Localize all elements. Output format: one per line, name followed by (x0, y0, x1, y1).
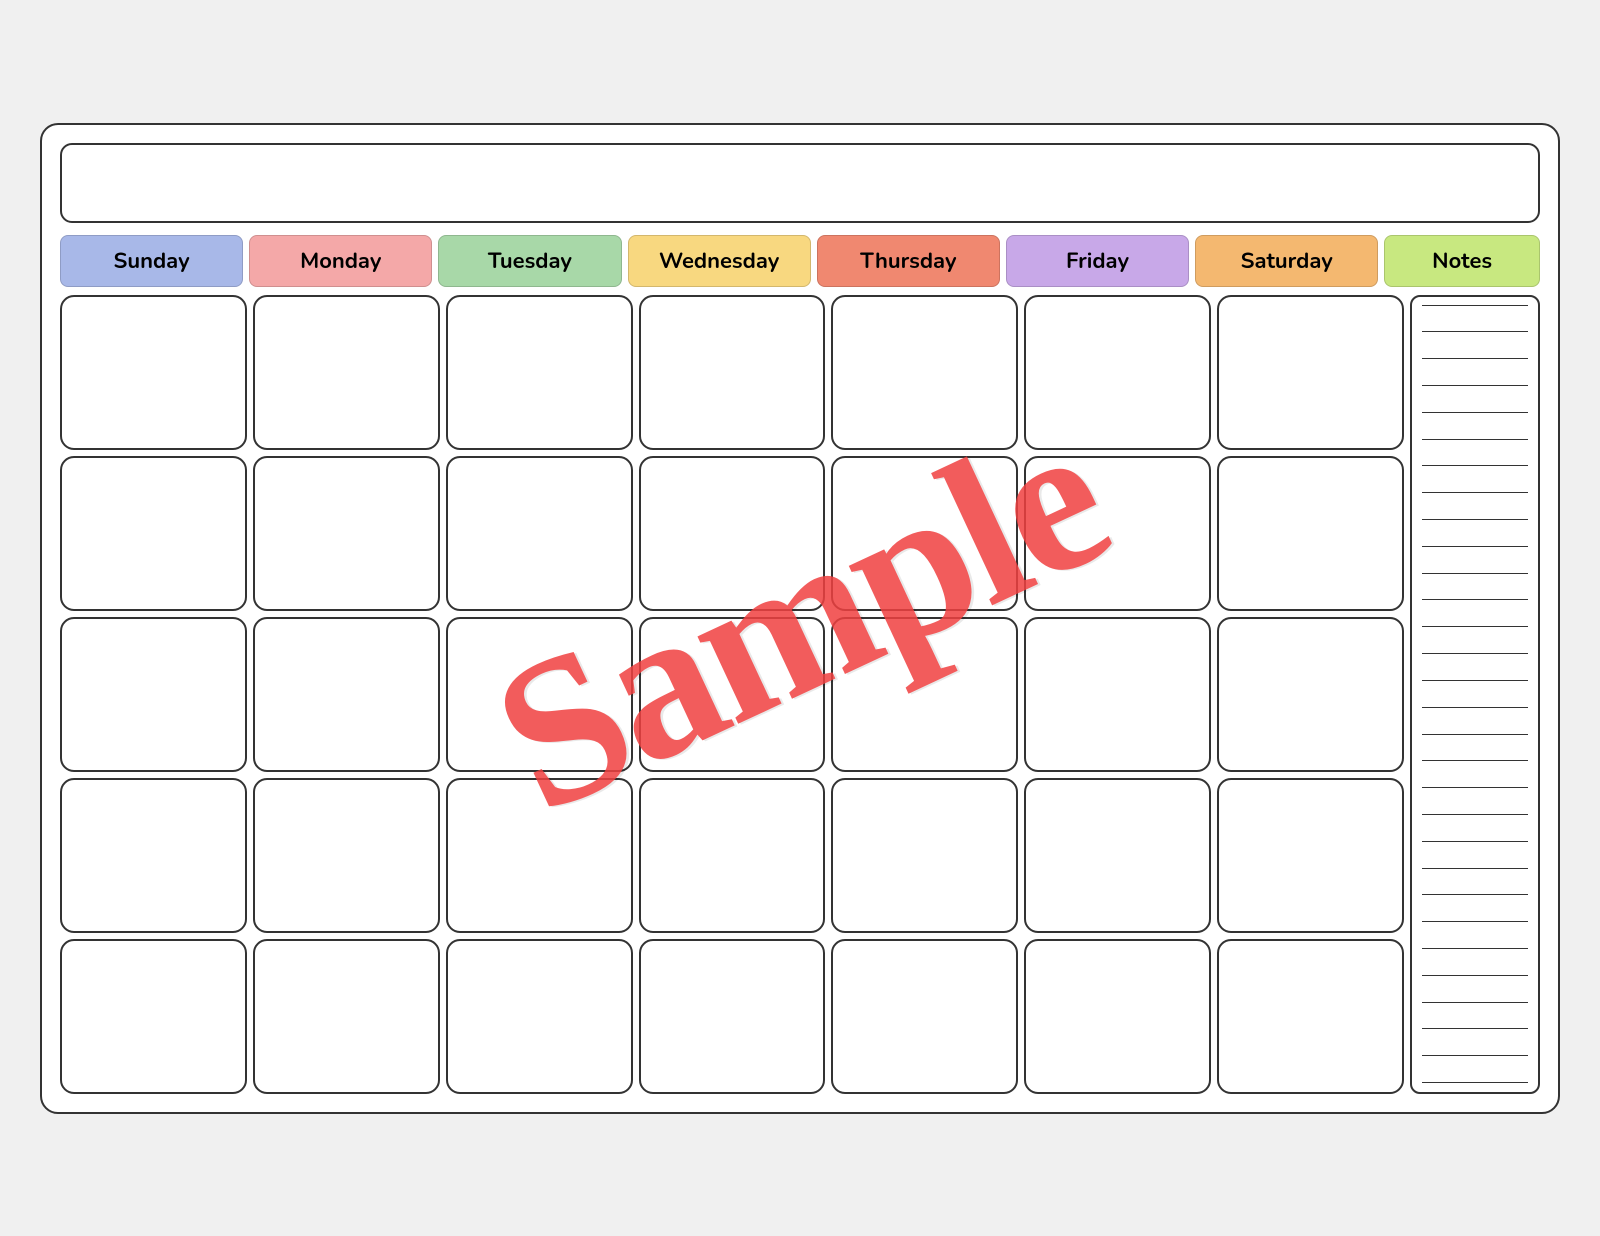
note-line (1422, 760, 1528, 761)
day-cell[interactable] (253, 939, 440, 1094)
calendar-container: Sunday Monday Tuesday Wednesday Thursday… (40, 123, 1560, 1114)
note-line (1422, 331, 1528, 332)
note-line (1422, 814, 1528, 815)
note-line (1422, 573, 1528, 574)
day-cell[interactable] (1024, 778, 1211, 933)
day-cell[interactable] (639, 617, 826, 772)
day-cell[interactable] (831, 778, 1018, 933)
note-line (1422, 1055, 1528, 1056)
header-friday: Friday (1006, 235, 1189, 287)
note-line (1422, 734, 1528, 735)
note-line (1422, 975, 1528, 976)
day-cell[interactable] (60, 295, 247, 450)
day-cell[interactable] (60, 456, 247, 611)
day-cell[interactable] (446, 939, 633, 1094)
calendar-body (60, 295, 1540, 1094)
header-thursday: Thursday (817, 235, 1000, 287)
day-cell[interactable] (639, 456, 826, 611)
day-cell[interactable] (446, 617, 633, 772)
note-line (1422, 385, 1528, 386)
note-line (1422, 519, 1528, 520)
note-line (1422, 1028, 1528, 1029)
day-cell[interactable] (831, 295, 1018, 450)
header-monday: Monday (249, 235, 432, 287)
day-cell[interactable] (639, 939, 826, 1094)
note-line (1422, 626, 1528, 627)
note-line (1422, 439, 1528, 440)
note-line (1422, 1082, 1528, 1083)
note-line (1422, 787, 1528, 788)
day-cell[interactable] (639, 295, 826, 450)
day-cell[interactable] (1217, 617, 1404, 772)
note-line (1422, 653, 1528, 654)
day-cell[interactable] (1217, 295, 1404, 450)
day-cell[interactable] (1024, 939, 1211, 1094)
note-line (1422, 1002, 1528, 1003)
note-line (1422, 894, 1528, 895)
days-grid (60, 295, 1404, 1094)
day-cell[interactable] (253, 456, 440, 611)
day-cell[interactable] (831, 617, 1018, 772)
note-line (1422, 599, 1528, 600)
note-line (1422, 868, 1528, 869)
day-cell[interactable] (1217, 939, 1404, 1094)
day-cell[interactable] (446, 778, 633, 933)
day-cell[interactable] (831, 456, 1018, 611)
day-cell[interactable] (253, 617, 440, 772)
title-bar (60, 143, 1540, 223)
note-line (1422, 412, 1528, 413)
note-line (1422, 707, 1528, 708)
day-cell[interactable] (639, 778, 826, 933)
note-line (1422, 358, 1528, 359)
day-cell[interactable] (253, 778, 440, 933)
notes-lines[interactable] (1410, 295, 1540, 1094)
header-sunday: Sunday (60, 235, 243, 287)
day-cell[interactable] (1024, 456, 1211, 611)
notes-column (1410, 295, 1540, 1094)
day-cell[interactable] (253, 295, 440, 450)
header-saturday: Saturday (1195, 235, 1378, 287)
note-line (1422, 546, 1528, 547)
note-line (1422, 465, 1528, 466)
note-line (1422, 921, 1528, 922)
header-wednesday: Wednesday (628, 235, 811, 287)
day-cell[interactable] (1024, 295, 1211, 450)
header-notes: Notes (1384, 235, 1540, 287)
note-line (1422, 492, 1528, 493)
header-row: Sunday Monday Tuesday Wednesday Thursday… (60, 235, 1540, 287)
day-cell[interactable] (60, 939, 247, 1094)
note-line (1422, 680, 1528, 681)
day-cell[interactable] (831, 939, 1018, 1094)
day-cell[interactable] (1217, 778, 1404, 933)
day-cell[interactable] (446, 456, 633, 611)
header-tuesday: Tuesday (438, 235, 621, 287)
day-cell[interactable] (60, 778, 247, 933)
note-line (1422, 841, 1528, 842)
note-line (1422, 948, 1528, 949)
day-cell[interactable] (446, 295, 633, 450)
day-cell[interactable] (1024, 617, 1211, 772)
day-cell[interactable] (60, 617, 247, 772)
note-line (1422, 305, 1528, 306)
day-cell[interactable] (1217, 456, 1404, 611)
